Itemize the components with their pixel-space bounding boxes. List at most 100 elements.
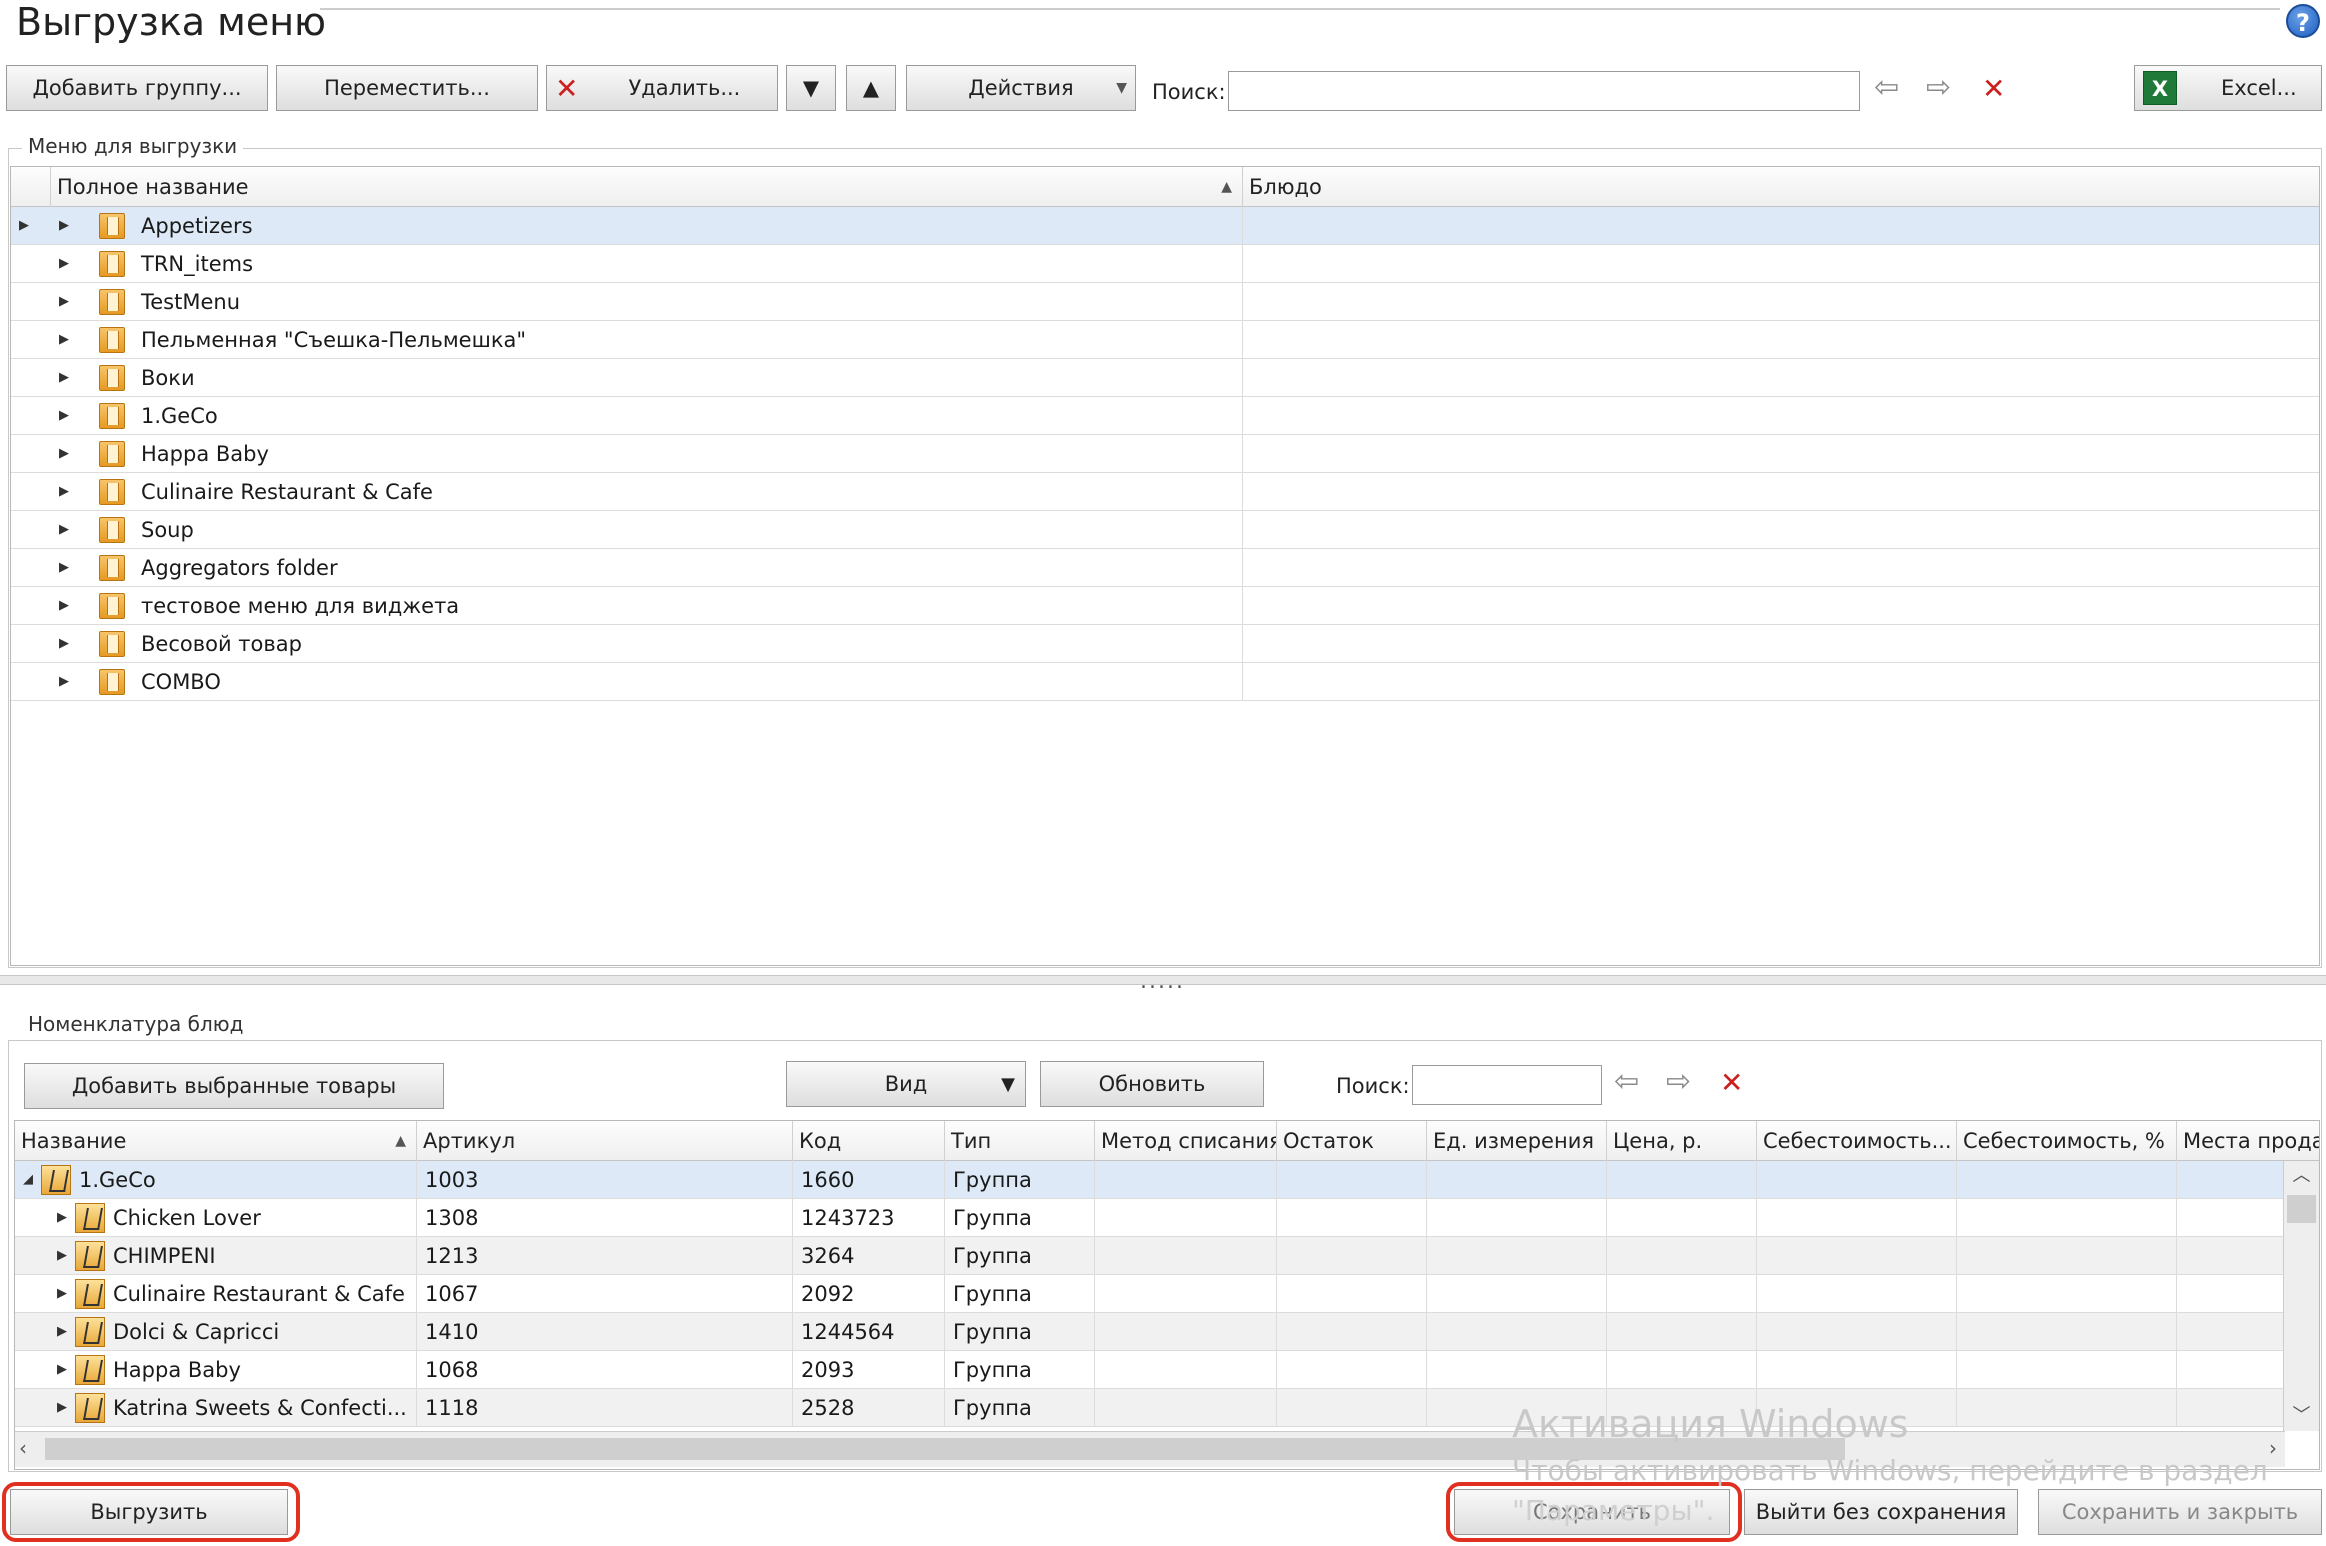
menu-row[interactable]: ▶ тестовое меню для виджета xyxy=(11,587,2319,625)
nomenclature-row[interactable]: ▶ Dolci & Capricci 1410 1244564 Группа xyxy=(15,1313,2285,1351)
menu-row[interactable]: ▶ Пельменная "Съешка-Пельмешка" xyxy=(11,321,2319,359)
save-and-close-button[interactable]: Сохранить и закрыть xyxy=(2038,1489,2322,1535)
nom-cell-type: Группа xyxy=(945,1199,1095,1237)
menu-header-fullname[interactable]: Полное название ▲ xyxy=(51,167,1243,207)
scroll-thumb[interactable] xyxy=(2287,1195,2316,1223)
expand-icon[interactable]: ▶ xyxy=(59,511,73,549)
nom-header-code[interactable]: Код xyxy=(793,1121,945,1161)
menu-folder-icon xyxy=(99,555,125,581)
search-input[interactable] xyxy=(1228,71,1860,111)
refresh-button[interactable]: Обновить xyxy=(1040,1061,1264,1107)
nomenclature-search-prev-icon[interactable]: ⇦ xyxy=(1614,1064,1639,1099)
nomenclature-row[interactable]: ▶ CHIMPENI 1213 3264 Группа xyxy=(15,1237,2285,1275)
expand-icon[interactable]: ▶ xyxy=(59,625,73,663)
delete-button[interactable]: ✕ Удалить... xyxy=(546,65,778,111)
collapse-icon[interactable]: ◢ xyxy=(23,1161,37,1199)
dish-group-icon xyxy=(75,1203,105,1233)
menu-tree-grid[interactable]: Полное название ▲ Блюдо ▶ ▶ Appetizers ▶ TRN… xyxy=(10,166,2320,966)
move-down-button[interactable]: ▼ xyxy=(786,65,836,111)
nom-cell-code: 3264 xyxy=(793,1237,945,1275)
search-next-icon[interactable]: ⇨ xyxy=(1926,70,1951,105)
nom-cell-col10 xyxy=(2177,1313,2285,1351)
expand-icon[interactable]: ▶ xyxy=(59,663,73,701)
scroll-up-icon[interactable]: ︿ xyxy=(2284,1161,2319,1191)
expand-icon[interactable]: ▶ xyxy=(57,1389,71,1427)
expand-icon[interactable]: ▶ xyxy=(59,397,73,435)
expand-icon[interactable]: ▶ xyxy=(59,283,73,321)
move-up-button[interactable]: ▲ xyxy=(846,65,896,111)
menu-row-label: TestMenu xyxy=(141,290,241,314)
actions-dropdown[interactable]: Действия ▼ xyxy=(906,65,1136,111)
scroll-left-icon[interactable]: ‹ xyxy=(19,1436,27,1460)
expand-icon[interactable]: ▶ xyxy=(57,1313,71,1351)
nomenclature-grid[interactable]: Название ▲ Артикул Код Тип Метод списани… xyxy=(14,1120,2320,1470)
expand-icon[interactable]: ▶ xyxy=(59,245,73,283)
menu-row[interactable]: ▶ Soup xyxy=(11,511,2319,549)
expand-icon[interactable]: ▶ xyxy=(59,207,73,245)
nom-cell-col8 xyxy=(1757,1351,1957,1389)
scroll-right-icon[interactable]: › xyxy=(2269,1436,2277,1460)
nomenclature-vertical-scrollbar[interactable]: ︿ ﹀ xyxy=(2283,1161,2319,1431)
nom-header-price[interactable]: Цена, р. xyxy=(1607,1121,1757,1161)
menu-row[interactable]: ▶ Aggregators folder xyxy=(11,549,2319,587)
nomenclature-row[interactable]: ▶ Culinaire Restaurant & Cafe 1067 2092 Груп… xyxy=(15,1275,2285,1313)
expand-icon[interactable]: ▶ xyxy=(59,359,73,397)
menu-row[interactable]: ▶ Culinaire Restaurant & Cafe xyxy=(11,473,2319,511)
nomenclature-clear-search-icon[interactable]: ✕ xyxy=(1720,1066,1743,1099)
menu-row[interactable]: ▶ TestMenu xyxy=(11,283,2319,321)
scroll-down-icon[interactable]: ﹀ xyxy=(2284,1401,2319,1431)
excel-button[interactable]: X Excel... xyxy=(2134,65,2322,111)
nomenclature-row[interactable]: ▶ Katrina Sweets & Confecti... 1118 2528 Гру… xyxy=(15,1389,2285,1427)
clear-search-icon[interactable]: ✕ xyxy=(1982,72,2005,105)
nomenclature-row[interactable]: ◢ 1.GeCo 1003 1660 Группа xyxy=(15,1161,2285,1199)
view-dropdown[interactable]: Вид ▼ xyxy=(786,1061,1026,1107)
expand-icon[interactable]: ▶ xyxy=(57,1351,71,1389)
nomenclature-row[interactable]: ▶ Happa Baby 1068 2093 Группа xyxy=(15,1351,2285,1389)
nom-header-stock[interactable]: Остаток xyxy=(1277,1121,1427,1161)
dish-group-icon xyxy=(75,1393,105,1423)
exit-without-saving-button[interactable]: Выйти без сохранения xyxy=(1744,1489,2018,1535)
nomenclature-search-next-icon[interactable]: ⇨ xyxy=(1666,1064,1691,1099)
nom-cell-col10 xyxy=(2177,1199,2285,1237)
nom-cell-article: 1067 xyxy=(417,1275,793,1313)
expand-icon[interactable]: ▶ xyxy=(57,1199,71,1237)
search-prev-icon[interactable]: ⇦ xyxy=(1874,70,1899,105)
nom-cell-col6 xyxy=(1427,1237,1607,1275)
expand-icon[interactable]: ▶ xyxy=(59,321,73,359)
nomenclature-search-input[interactable] xyxy=(1412,1065,1602,1105)
nom-header-cost-percent[interactable]: Себестоимость, % xyxy=(1957,1121,2177,1161)
menu-cell-name: ▶ Пельменная "Съешка-Пельмешка" xyxy=(51,321,1243,359)
menu-header-dish[interactable]: Блюдо xyxy=(1243,167,2319,207)
expand-icon[interactable]: ▶ xyxy=(57,1275,71,1313)
menu-row[interactable]: ▶ 1.GeCo xyxy=(11,397,2319,435)
expand-icon[interactable]: ▶ xyxy=(59,549,73,587)
nom-cell-col8 xyxy=(1757,1275,1957,1313)
move-button[interactable]: Переместить... xyxy=(276,65,538,111)
menu-row[interactable]: ▶ Happa Baby xyxy=(11,435,2319,473)
expand-icon[interactable]: ▶ xyxy=(59,473,73,511)
nom-header-writeoff[interactable]: Метод списания xyxy=(1095,1121,1277,1161)
nom-cell-name: ▶ Dolci & Capricci xyxy=(15,1313,417,1351)
menu-row[interactable]: ▶ COMBO xyxy=(11,663,2319,701)
nom-header-cost[interactable]: Себестоимость... xyxy=(1757,1121,1957,1161)
nomenclature-row[interactable]: ▶ Chicken Lover 1308 1243723 Группа xyxy=(15,1199,2285,1237)
menu-row[interactable]: ▶ Воки xyxy=(11,359,2319,397)
nom-header-article[interactable]: Артикул xyxy=(417,1121,793,1161)
nom-header-unit[interactable]: Ед. измерения xyxy=(1427,1121,1607,1161)
nom-cell-col8 xyxy=(1757,1237,1957,1275)
add-group-button[interactable]: Добавить группу... xyxy=(6,65,268,111)
nom-cell-col9 xyxy=(1957,1313,2177,1351)
expand-icon[interactable]: ▶ xyxy=(59,587,73,625)
add-selected-button[interactable]: Добавить выбранные товары xyxy=(24,1063,444,1109)
help-icon[interactable]: ? xyxy=(2286,4,2320,38)
expand-icon[interactable]: ▶ xyxy=(59,435,73,473)
nom-header-type[interactable]: Тип xyxy=(945,1121,1095,1161)
nom-header-name[interactable]: Название ▲ xyxy=(15,1121,417,1161)
nom-cell-type: Группа xyxy=(945,1389,1095,1427)
menu-row[interactable]: ▶ ▶ Appetizers xyxy=(11,207,2319,245)
menu-row[interactable]: ▶ Весовой товар xyxy=(11,625,2319,663)
expand-icon[interactable]: ▶ xyxy=(57,1237,71,1275)
nom-header-sale-places[interactable]: Места продаж xyxy=(2177,1121,2319,1161)
menu-cell-name: ▶ COMBO xyxy=(51,663,1243,701)
menu-row[interactable]: ▶ TRN_items xyxy=(11,245,2319,283)
